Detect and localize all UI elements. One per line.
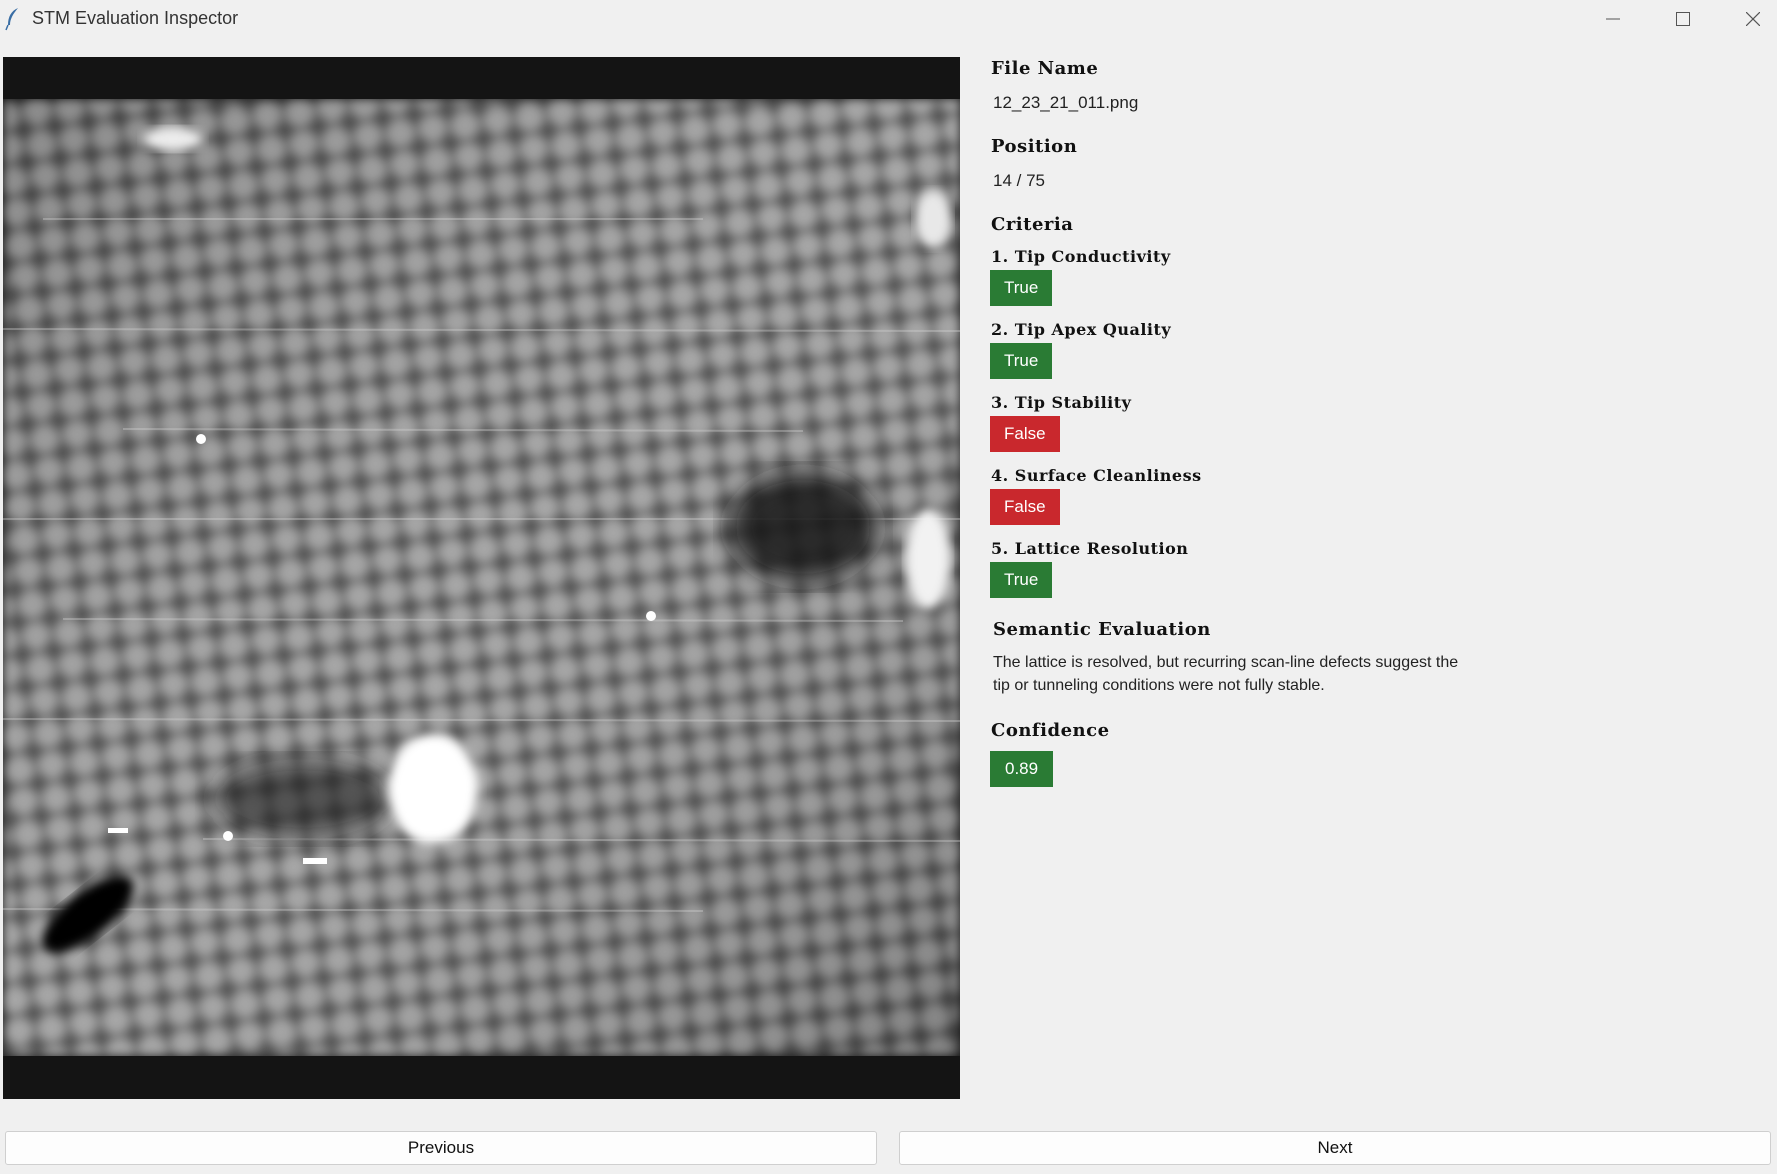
confidence-heading: Confidence [991, 720, 1110, 741]
next-button[interactable]: Next [899, 1131, 1771, 1165]
criterion-label: 4. Surface Cleanliness [991, 466, 1202, 485]
position-heading: Position [991, 136, 1078, 157]
confidence-badge: 0.89 [990, 751, 1054, 787]
criterion-label: 5. Lattice Resolution [991, 539, 1189, 558]
previous-button[interactable]: Previous [5, 1131, 877, 1165]
criterion-label: 2. Tip Apex Quality [991, 320, 1172, 339]
minimize-button[interactable] [1578, 0, 1648, 38]
criterion-label: 3. Tip Stability [991, 393, 1132, 412]
maximize-button[interactable] [1648, 0, 1718, 38]
semantic-evaluation-line-2: tip or tunneling conditions were not ful… [993, 677, 1325, 694]
stm-image-panel [3, 57, 960, 1099]
criterion-label: 1. Tip Conductivity [991, 247, 1171, 266]
criterion-badge: False [990, 416, 1060, 452]
criterion-badge: True [990, 270, 1053, 306]
position-value: 14 / 75 [993, 171, 1045, 190]
criterion-badge: True [990, 562, 1053, 598]
criterion-badge: True [990, 343, 1053, 379]
maximize-icon [1676, 12, 1690, 26]
minimize-icon [1606, 12, 1620, 26]
file-name-value: 12_23_21_011.png [993, 93, 1139, 112]
close-button[interactable] [1718, 0, 1777, 38]
semantic-evaluation-line-1: The lattice is resolved, but recurring s… [993, 654, 1459, 671]
file-name-heading: File Name [991, 58, 1099, 79]
title-bar: STM Evaluation Inspector [0, 0, 1777, 38]
criterion-badge: False [990, 489, 1060, 525]
criteria-heading: Criteria [991, 214, 1074, 235]
feather-icon [5, 7, 21, 31]
close-icon [1746, 12, 1760, 26]
semantic-evaluation-heading: Semantic Evaluation [993, 619, 1211, 640]
stm-image [3, 99, 960, 1056]
window-title: STM Evaluation Inspector [32, 8, 239, 28]
